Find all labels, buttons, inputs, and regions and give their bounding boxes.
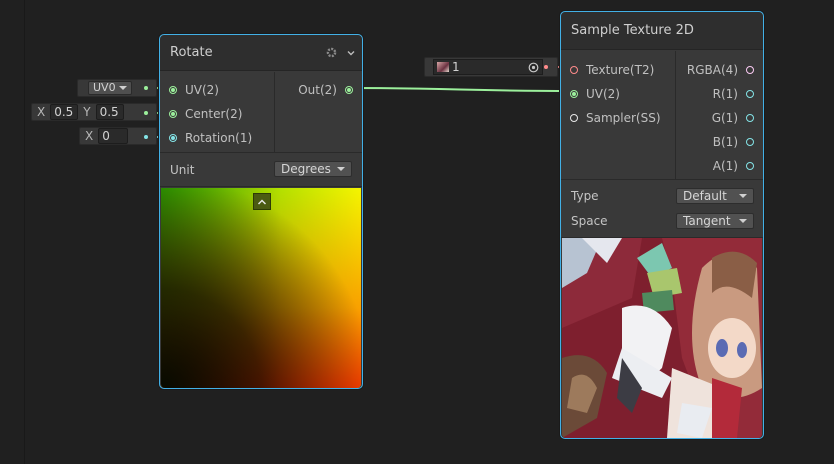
center-y-input[interactable]: 0.5 (95, 104, 124, 120)
chevron-down-icon (118, 86, 127, 90)
rotate-port-divider (274, 72, 275, 152)
rotate-node[interactable]: Rotate UV(2) Center(2) Rotation(1) Out(2… (159, 34, 363, 389)
type-dropdown[interactable]: Default (676, 188, 754, 204)
sample-texture-2d-node[interactable]: Sample Texture 2D Texture(T2) UV(2) Samp… (560, 11, 764, 439)
rotation-x-label: X (85, 129, 94, 143)
sample-output-a[interactable]: A(1) (713, 159, 754, 173)
a-port[interactable] (746, 162, 754, 170)
sample-input-uv-label: UV(2) (586, 87, 620, 101)
uv-port[interactable] (169, 86, 177, 94)
out-port[interactable] (345, 86, 353, 94)
sample-input-sampler[interactable]: Sampler(SS) (570, 111, 661, 125)
sample-input-sampler-label: Sampler(SS) (586, 111, 661, 125)
rotate-input-center-label: Center(2) (185, 107, 243, 121)
texture-field-value: 1 (452, 60, 460, 74)
sample-output-rgba-label: RGBA(4) (686, 63, 738, 77)
unit-dropdown[interactable]: Degrees (274, 161, 352, 177)
sample-output-rgba[interactable]: RGBA(4) (687, 63, 754, 77)
unit-label: Unit (170, 163, 195, 177)
sample-output-a-label: A(1) (712, 159, 738, 173)
chevron-down-icon (739, 219, 747, 223)
chevron-down-icon (739, 194, 747, 198)
rotate-settings-divider (160, 152, 362, 153)
type-label: Type (571, 189, 599, 203)
texture-input-field: 1 (424, 57, 558, 77)
gear-icon[interactable] (325, 46, 338, 59)
space-label: Space (571, 214, 608, 228)
b-port[interactable] (746, 138, 754, 146)
chevron-down-icon[interactable] (346, 47, 356, 57)
center-input-field: X 0.5 Y 0.5 (31, 103, 157, 121)
rotate-output-label: Out(2) (298, 83, 337, 97)
canvas-border-line (24, 0, 25, 464)
center-field-port-dot (144, 111, 148, 115)
sample-input-texture-label: Texture(T2) (586, 63, 655, 77)
space-dropdown[interactable]: Tangent (676, 213, 754, 229)
sample-settings-divider (561, 179, 763, 180)
rotate-input-center[interactable]: Center(2) (169, 107, 242, 121)
sample-node-header[interactable]: Sample Texture 2D (561, 12, 763, 50)
rotate-input-rotation[interactable]: Rotation(1) (169, 131, 252, 145)
rotation-x-input[interactable]: 0 (98, 128, 129, 144)
object-picker-icon[interactable] (527, 61, 540, 73)
center-x-input[interactable]: 0.5 (50, 104, 79, 120)
rotate-node-title: Rotate (170, 45, 213, 60)
r-port[interactable] (746, 90, 754, 98)
rotate-input-uv-label: UV(2) (185, 83, 219, 97)
rgba-port[interactable] (746, 66, 754, 74)
sample-node-title: Sample Texture 2D (571, 23, 694, 38)
rotate-preview-divider (160, 186, 362, 187)
rotate-input-uv[interactable]: UV(2) (169, 83, 219, 97)
sample-output-b-label: B(1) (712, 135, 738, 149)
sample-output-b[interactable]: B(1) (713, 135, 754, 149)
center-port[interactable] (169, 110, 177, 118)
uv-field-port-dot (144, 86, 148, 90)
rotate-output-out[interactable]: Out(2) (298, 83, 353, 97)
sample-uv-port[interactable] (570, 90, 578, 98)
uv-channel-dropdown[interactable]: UV0 (88, 81, 132, 95)
texture-port[interactable] (570, 66, 578, 74)
sample-port-divider (675, 51, 676, 179)
rotation-field-port-dot (144, 135, 148, 139)
sampler-port[interactable] (570, 114, 578, 122)
sample-input-uv[interactable]: UV(2) (570, 87, 620, 101)
sample-output-g[interactable]: G(1) (712, 111, 754, 125)
space-dropdown-value: Tangent (683, 214, 731, 228)
texture-thumbnail-icon (437, 62, 449, 72)
type-dropdown-value: Default (683, 189, 727, 203)
sample-output-r[interactable]: R(1) (713, 87, 754, 101)
sample-output-r-label: R(1) (712, 87, 738, 101)
rotate-preview-image (161, 188, 361, 388)
texture-object-field[interactable]: 1 (433, 59, 543, 75)
texture-field-port-dot (544, 65, 548, 69)
center-y-label: Y (83, 105, 91, 119)
uv-channel-value: UV0 (93, 81, 116, 94)
center-x-label: X (37, 105, 46, 119)
sample-output-g-label: G(1) (711, 111, 738, 125)
chevron-down-icon (337, 167, 345, 171)
rotation-port[interactable] (169, 134, 177, 142)
rotate-node-header[interactable]: Rotate (160, 35, 362, 71)
texture-preview-image (562, 238, 762, 438)
g-port[interactable] (746, 114, 754, 122)
rotate-input-rotation-label: Rotation(1) (185, 131, 253, 145)
sample-input-texture[interactable]: Texture(T2) (570, 63, 654, 77)
unit-dropdown-value: Degrees (281, 162, 331, 176)
collapse-arrow-icon[interactable] (253, 193, 271, 210)
